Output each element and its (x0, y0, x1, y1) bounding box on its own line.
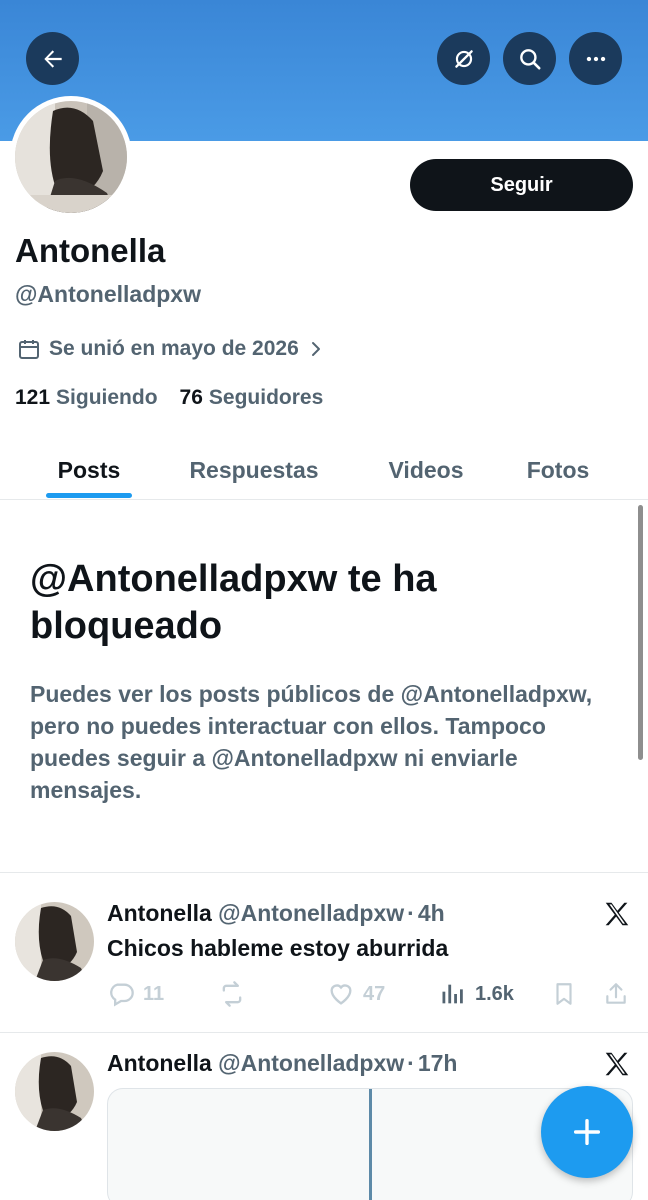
arrow-left-icon (43, 49, 62, 68)
post-author-handle[interactable]: @Antonelladpxw (218, 1050, 404, 1076)
share-icon (606, 983, 626, 1004)
post-avatar[interactable] (15, 1052, 94, 1131)
blocked-title: @Antonelladpxw te ha bloqueado (30, 558, 437, 647)
tab-respuestas[interactable]: Respuestas (170, 440, 338, 500)
followers-label: Seguidores (208, 386, 324, 409)
chevron-right-icon (311, 342, 320, 356)
active-tab-indicator (46, 493, 132, 498)
profile-stats: 121 Siguiendo 76 Seguidores (15, 386, 323, 410)
views-icon (442, 984, 463, 1004)
plus-icon (573, 1118, 601, 1146)
heart-icon (330, 984, 352, 1005)
repost-button[interactable] (217, 980, 247, 1008)
followers-count: 76 (179, 386, 203, 409)
media-divider (369, 1089, 372, 1200)
post-separator: · (407, 900, 415, 926)
tab-fotos[interactable]: Fotos (512, 440, 604, 500)
views-count: 1.6k (475, 982, 514, 1005)
more-icon (586, 56, 605, 61)
reply-icon (110, 983, 134, 1007)
tab-videos[interactable]: Videos (372, 440, 480, 500)
compose-button[interactable] (541, 1086, 633, 1178)
post-avatar[interactable] (15, 902, 94, 981)
joined-date[interactable]: Se unió en mayo de 2026 (17, 337, 325, 361)
followers-link[interactable]: 76 Seguidores (180, 386, 324, 410)
post-author-name[interactable]: Antonella (107, 1050, 212, 1076)
scrollbar[interactable] (638, 505, 643, 760)
post-author-name[interactable]: Antonella (107, 900, 212, 926)
profile-display-name: Antonella (15, 232, 166, 269)
avatar-photo (15, 902, 94, 981)
more-button[interactable] (569, 32, 622, 85)
x-logo-icon (605, 902, 629, 926)
share-button[interactable] (603, 980, 629, 1008)
post-header: Antonella @Antonelladpxw · 17h (107, 1050, 457, 1077)
x-logo-icon (605, 1052, 629, 1076)
post-separator: · (407, 1050, 415, 1076)
no-translate-icon (454, 49, 473, 68)
like-button[interactable]: 47 (327, 980, 385, 1008)
post-author-handle[interactable]: @Antonelladpxw (218, 900, 404, 926)
repost-icon (222, 981, 242, 1007)
reply-count: 11 (143, 982, 165, 1005)
following-label: Siguiendo (56, 386, 158, 409)
calendar-icon (19, 340, 39, 359)
following-link[interactable]: 121 Siguiendo (15, 386, 158, 410)
blocked-description: Puedes ver los posts públicos de @Antone… (30, 681, 593, 803)
avatar-photo (15, 101, 127, 213)
like-count: 47 (363, 982, 386, 1005)
post-time[interactable]: 17h (418, 1050, 458, 1076)
views-button[interactable]: 1.6k (439, 980, 514, 1008)
bookmark-icon (556, 983, 572, 1005)
profile-handle: @Antonelladpxw (15, 281, 201, 307)
profile-avatar[interactable] (10, 96, 132, 218)
profile-tabs: Posts Respuestas Videos Fotos (0, 440, 648, 500)
divider (0, 1032, 648, 1033)
joined-text: Se unió en mayo de 2026 (49, 337, 299, 360)
divider (0, 872, 648, 873)
avatar-photo (15, 1052, 94, 1131)
post-header: Antonella @Antonelladpxw · 4h (107, 900, 445, 927)
post-text: Chicos hableme estoy aburrida (107, 935, 449, 961)
search-button[interactable] (503, 32, 556, 85)
post-actions: 11 47 1.6k (107, 980, 637, 1010)
following-count: 121 (15, 386, 51, 409)
bookmark-button[interactable] (551, 980, 577, 1008)
translate-toggle-button[interactable] (437, 32, 490, 85)
post-time[interactable]: 4h (418, 900, 445, 926)
reply-button[interactable]: 11 (107, 980, 164, 1008)
follow-button[interactable]: Seguir (410, 159, 633, 211)
tab-posts[interactable]: Posts (46, 440, 132, 500)
back-button[interactable] (26, 32, 79, 85)
search-icon (519, 48, 541, 70)
